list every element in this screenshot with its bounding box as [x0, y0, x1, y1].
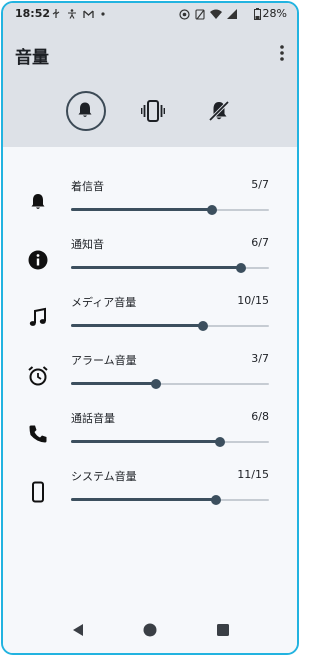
phone-device-icon [32, 481, 44, 503]
volume-label: 通話音量 [71, 412, 115, 425]
call-volume-slider[interactable] [71, 435, 269, 449]
usb-icon [52, 9, 60, 18]
volume-header: 音量 [3, 27, 297, 147]
gmail-icon [83, 10, 94, 18]
status-left-icons [51, 9, 106, 19]
dot-icon [101, 12, 105, 16]
slider-fill [71, 208, 213, 211]
bell-off-icon [208, 100, 230, 122]
recents-icon[interactable] [216, 623, 230, 637]
back-icon[interactable] [71, 623, 85, 637]
phone-icon [29, 425, 47, 443]
ringer-mode-selector [3, 91, 297, 133]
status-time: 18:52 [15, 7, 51, 20]
slider-thumb[interactable] [150, 379, 161, 389]
bell-icon [31, 194, 45, 209]
volume-row-media: メディア音量 10/15 [3, 291, 297, 349]
status-bar: 18:52 28% [3, 3, 297, 27]
slider-fill [71, 498, 217, 501]
ringer-mode-ring-button[interactable] [66, 91, 106, 131]
alarm-volume-slider[interactable] [71, 377, 269, 391]
navigation-bar [3, 605, 297, 653]
more-vert-icon [280, 45, 284, 61]
accessibility-icon [68, 9, 76, 19]
volume-value: 6/8 [251, 410, 269, 423]
phone-frame: 18:52 28% 音量 着信音 5/7 通知音 6/7 メディア音量 10/1… [1, 1, 299, 655]
volume-value: 6/7 [251, 236, 269, 249]
battery-percent: 28% [262, 7, 287, 20]
page-title: 音量 [15, 48, 49, 68]
volume-row-alarm: アラーム音量 3/7 [3, 349, 297, 407]
slider-fill [71, 440, 220, 443]
slider-fill [71, 324, 203, 327]
slider-thumb[interactable] [214, 437, 225, 447]
slider-thumb[interactable] [197, 321, 208, 331]
volume-label: アラーム音量 [71, 354, 137, 367]
alarm-icon [28, 366, 48, 386]
volume-label: システム音量 [71, 470, 137, 483]
info-icon [28, 250, 48, 270]
wifi-icon [210, 9, 222, 19]
music-note-icon [29, 307, 46, 326]
slider-thumb[interactable] [207, 205, 218, 215]
slider-fill [71, 382, 156, 385]
status-battery: 28% [253, 7, 287, 20]
volume-value: 10/15 [237, 294, 269, 307]
system-volume-slider[interactable] [71, 493, 269, 507]
vibrate-icon [141, 100, 165, 122]
home-icon[interactable] [143, 623, 157, 637]
volume-row-notification: 通知音 6/7 [3, 233, 297, 291]
volume-row-system: システム音量 11/15 [3, 465, 297, 523]
volume-value: 5/7 [251, 178, 269, 191]
volume-row-ringtone: 着信音 5/7 [3, 175, 297, 233]
signal-icon [227, 9, 237, 19]
slider-thumb[interactable] [211, 495, 222, 505]
status-right-icons [179, 9, 237, 20]
focus-icon [179, 9, 190, 20]
notification-volume-slider[interactable] [71, 261, 269, 275]
volume-label: メディア音量 [71, 296, 137, 309]
ringtone-volume-slider[interactable] [71, 203, 269, 217]
media-volume-slider[interactable] [71, 319, 269, 333]
volume-label: 着信音 [71, 180, 104, 193]
alarm-off-icon [195, 9, 205, 20]
slider-thumb[interactable] [235, 263, 246, 273]
more-options-button[interactable] [275, 43, 289, 63]
volume-value: 11/15 [237, 468, 269, 481]
ringer-mode-silent-button[interactable] [200, 91, 240, 131]
volume-label: 通知音 [71, 238, 104, 251]
battery-icon [253, 7, 261, 20]
volume-value: 3/7 [251, 352, 269, 365]
bell-icon [78, 102, 92, 117]
volume-row-call: 通話音量 6/8 [3, 407, 297, 465]
slider-fill [71, 266, 241, 269]
ringer-mode-vibrate-button[interactable] [133, 91, 173, 131]
